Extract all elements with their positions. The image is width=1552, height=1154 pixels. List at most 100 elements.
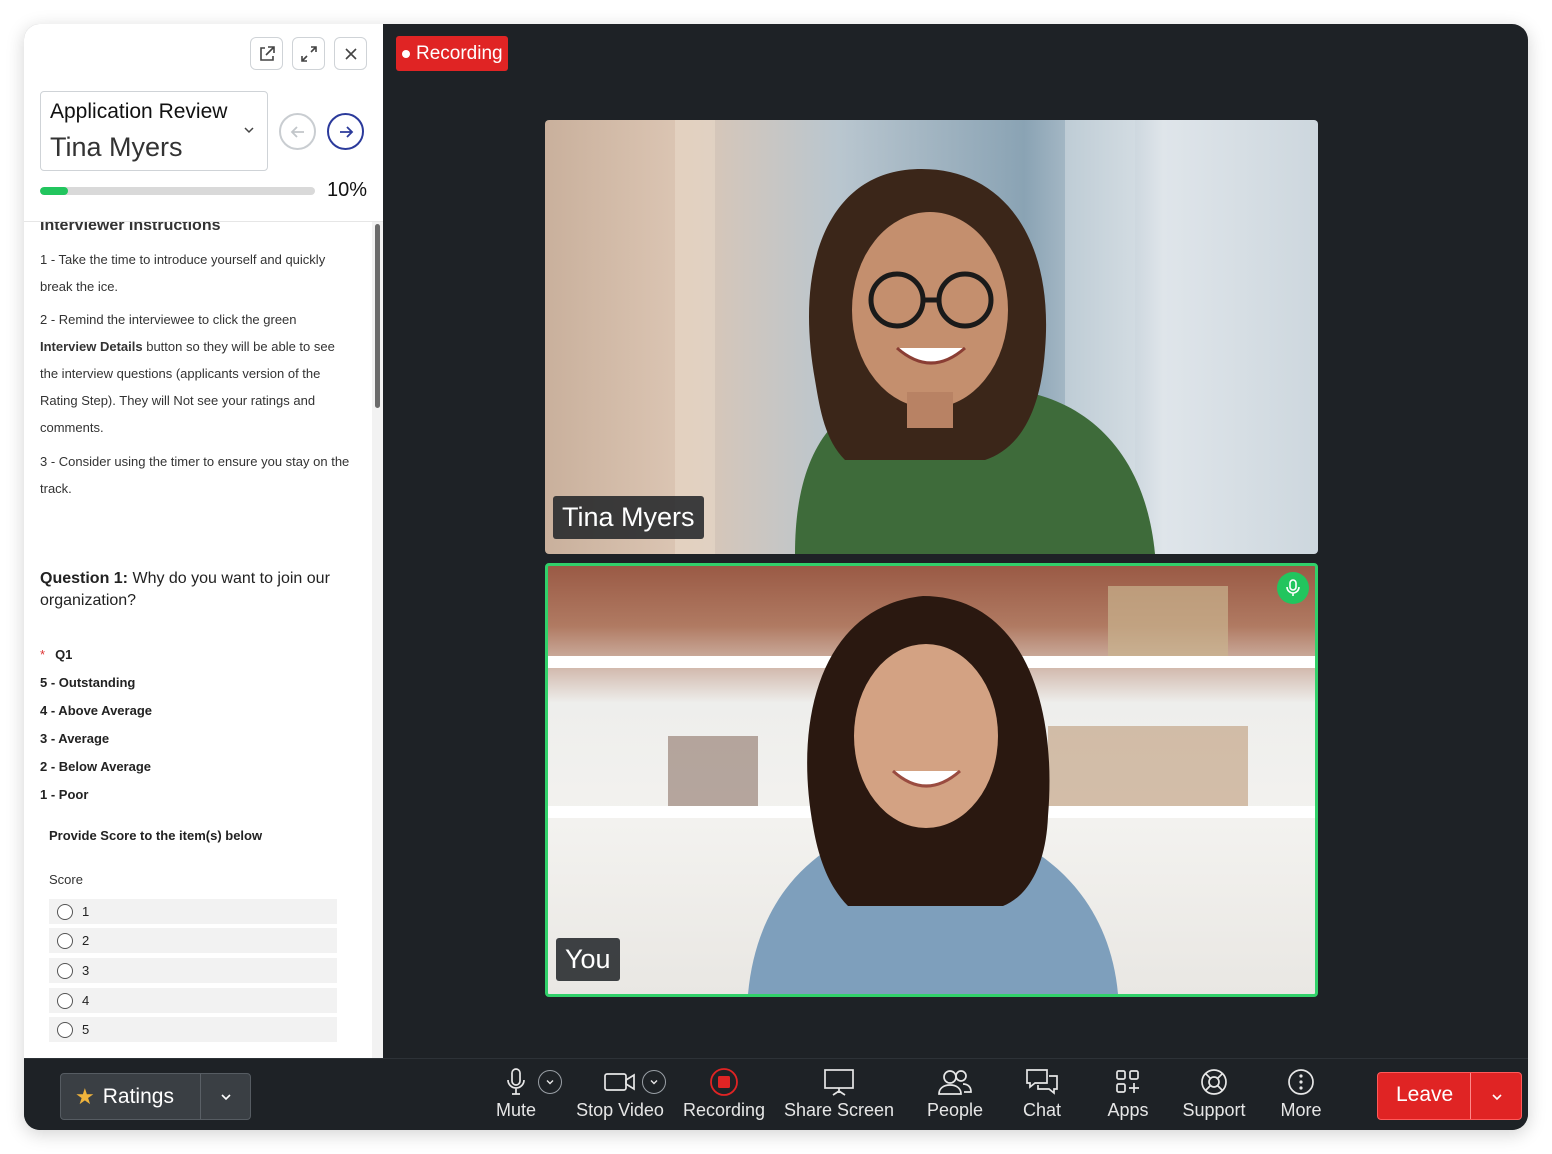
expand-icon bbox=[300, 45, 317, 62]
radio-button[interactable] bbox=[57, 962, 73, 979]
score-option-4[interactable]: 4 bbox=[49, 988, 337, 1013]
stop-video-label: Stop Video bbox=[576, 1100, 664, 1120]
video-camera-icon bbox=[604, 1073, 635, 1091]
chevron-down-icon bbox=[650, 1080, 658, 1085]
scale-item: 5 - Outstanding bbox=[40, 675, 136, 690]
recording-dot-icon bbox=[402, 49, 410, 58]
scale-item: 1 - Poor bbox=[40, 787, 89, 802]
meeting-toolbar: ★ Ratings Mute Stop Video Recording Shar… bbox=[24, 1058, 1528, 1130]
score-option-5[interactable]: 5 bbox=[49, 1017, 337, 1042]
progress-percent: 10% bbox=[327, 179, 368, 201]
recording-label: Recording bbox=[682, 1100, 766, 1120]
panel-scrollbar-thumb[interactable] bbox=[375, 224, 380, 408]
question-title: Question 1: Why do you want to join our … bbox=[40, 568, 330, 612]
audio-options-caret[interactable] bbox=[538, 1070, 562, 1094]
divider bbox=[200, 1074, 201, 1119]
scale-item: 3 - Average bbox=[40, 731, 110, 746]
instruction-text: 2 - Remind the interviewee to click the … bbox=[40, 312, 297, 327]
microphone-icon bbox=[1286, 579, 1300, 596]
provide-score-text: Provide Score to the item(s) below bbox=[49, 828, 263, 843]
score-option-3[interactable]: 3 bbox=[49, 958, 337, 983]
chevron-down-icon[interactable] bbox=[219, 1090, 233, 1104]
video-options-caret[interactable] bbox=[642, 1070, 666, 1094]
option-label: 1 bbox=[82, 904, 90, 919]
apps-grid-icon bbox=[1116, 1070, 1139, 1093]
radio-button[interactable] bbox=[57, 1021, 73, 1038]
external-link-icon bbox=[259, 45, 275, 61]
recording-badge: Recording bbox=[396, 36, 508, 71]
progress-fill bbox=[40, 187, 68, 195]
record-stop-icon bbox=[710, 1068, 738, 1096]
required-mark: * bbox=[40, 647, 46, 662]
close-panel-button[interactable] bbox=[334, 37, 367, 70]
self-name-tag: You bbox=[556, 938, 620, 981]
support-label: Support bbox=[1182, 1100, 1246, 1120]
share-screen-button[interactable]: Share Screen bbox=[782, 1065, 896, 1127]
radio-button[interactable] bbox=[57, 992, 73, 1009]
option-label: 5 bbox=[82, 1022, 90, 1037]
leave-label: Leave bbox=[1396, 1083, 1454, 1106]
panel-header: Application Review Tina Myers 10% bbox=[24, 24, 383, 222]
next-applicant-button[interactable] bbox=[327, 113, 364, 150]
recording-badge-label: Recording bbox=[416, 42, 503, 64]
instructions-title: Interviewer Instructions bbox=[40, 222, 221, 234]
recording-button[interactable]: Recording bbox=[680, 1065, 768, 1127]
divider bbox=[1470, 1073, 1471, 1119]
option-label: 2 bbox=[82, 933, 90, 948]
people-button[interactable]: People bbox=[920, 1065, 990, 1127]
more-button[interactable]: More bbox=[1278, 1065, 1324, 1127]
participant-video-icon bbox=[675, 120, 1155, 554]
interview-details-emphasis: Interview Details bbox=[40, 339, 143, 354]
question-number: Question 1: bbox=[40, 570, 129, 587]
option-label: 3 bbox=[82, 963, 90, 978]
close-icon bbox=[344, 47, 357, 60]
application-review-panel: Application Review Tina Myers 10% Interv… bbox=[24, 24, 383, 1058]
ratings-button[interactable]: ★ Ratings bbox=[60, 1073, 251, 1120]
review-progress-bar bbox=[40, 187, 315, 195]
scale-item: 4 - Above Average bbox=[40, 703, 152, 718]
scale-item: 2 - Below Average bbox=[40, 759, 152, 774]
applicant-name: Tina Myers bbox=[50, 132, 183, 162]
chat-icon bbox=[1026, 1069, 1058, 1095]
meeting-window: Application Review Tina Myers 10% Interv… bbox=[24, 24, 1528, 1130]
star-icon: ★ bbox=[75, 1083, 95, 1109]
chat-button[interactable]: Chat bbox=[1018, 1065, 1066, 1127]
leave-button[interactable]: Leave bbox=[1377, 1072, 1522, 1120]
ratings-label: Ratings bbox=[102, 1084, 174, 1108]
support-button[interactable]: Support bbox=[1178, 1065, 1250, 1127]
mute-button[interactable]: Mute bbox=[490, 1065, 542, 1127]
participant-name-tag: Tina Myers bbox=[553, 496, 704, 539]
panel-scroll-content[interactable]: Interviewer Instructions 1 - Take the ti… bbox=[24, 222, 383, 1058]
radio-button[interactable] bbox=[57, 932, 73, 949]
share-screen-icon bbox=[824, 1069, 854, 1096]
instruction-item: 3 - Consider using the timer to ensure y… bbox=[40, 454, 350, 496]
chevron-down-icon bbox=[546, 1080, 554, 1085]
microphone-icon bbox=[507, 1068, 525, 1095]
expand-button[interactable] bbox=[292, 37, 325, 70]
chat-label: Chat bbox=[1022, 1100, 1062, 1120]
participant-tile-remote[interactable]: Tina Myers bbox=[545, 120, 1318, 554]
apps-button[interactable]: Apps bbox=[1104, 1065, 1152, 1127]
score-option-2[interactable]: 2 bbox=[49, 928, 337, 953]
pop-out-button[interactable] bbox=[250, 37, 283, 70]
chevron-down-icon bbox=[244, 127, 254, 134]
participant-tile-self[interactable]: You bbox=[545, 563, 1318, 997]
more-label: More bbox=[1280, 1100, 1322, 1120]
arrow-right-icon bbox=[339, 125, 353, 138]
chevron-down-icon[interactable] bbox=[1490, 1090, 1504, 1104]
option-label: 4 bbox=[82, 993, 90, 1008]
arrow-left-icon bbox=[290, 125, 304, 138]
lifebuoy-icon bbox=[1201, 1069, 1227, 1095]
self-video-icon bbox=[548, 586, 1315, 994]
apps-label: Apps bbox=[1107, 1100, 1149, 1120]
mute-label: Mute bbox=[495, 1100, 537, 1120]
app-title: Application Review bbox=[50, 100, 228, 123]
applicant-selector[interactable]: Application Review Tina Myers bbox=[40, 91, 268, 171]
instruction-item: 1 - Take the time to introduce yourself … bbox=[40, 252, 326, 294]
more-options-icon bbox=[1288, 1069, 1314, 1095]
radio-button[interactable] bbox=[57, 903, 73, 920]
score-label: Score bbox=[49, 872, 83, 887]
previous-applicant-button[interactable] bbox=[279, 113, 316, 150]
people-label: People bbox=[926, 1100, 984, 1120]
score-option-1[interactable]: 1 bbox=[49, 899, 337, 924]
